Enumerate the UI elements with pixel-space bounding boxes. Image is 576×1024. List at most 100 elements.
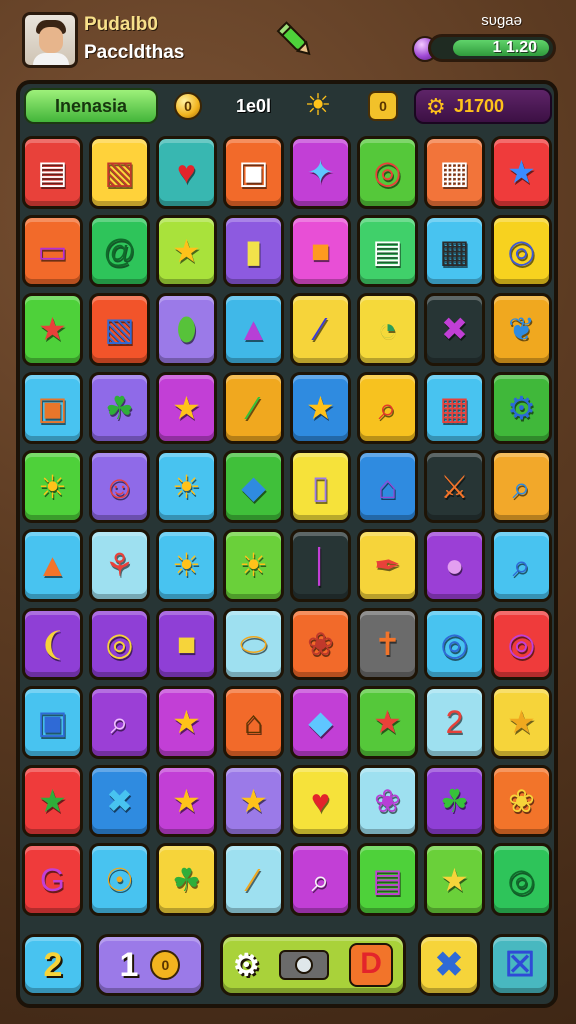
tile[interactable]: ▦ [424,136,485,209]
tile[interactable]: ◎ [424,607,485,681]
gear-icon[interactable]: ⚙ [233,948,260,983]
tile[interactable]: ⚘ [89,528,150,602]
level-badge[interactable]: Inenasia [24,88,158,124]
tile-icon: ★ [172,232,201,269]
tile[interactable]: ⌕ [290,843,351,916]
tile[interactable]: ★ [156,214,217,288]
tile[interactable]: ◎ [491,214,552,288]
tile[interactable]: ★ [156,686,217,759]
tile[interactable]: ✖ [424,293,485,366]
tile[interactable]: ✖ [89,764,150,838]
tile[interactable]: ☀ [223,528,284,602]
tile-icon: ▣ [238,154,269,191]
camera-icon[interactable] [279,950,330,980]
tile-icon: ⌕ [110,704,129,741]
tile[interactable]: ▣ [22,686,83,759]
tile[interactable]: ∕ [223,843,284,916]
tile[interactable]: ◎ [89,607,150,681]
pencil-icon[interactable] [270,16,320,66]
tile[interactable]: ▭ [22,214,83,288]
tile[interactable]: ★ [22,293,83,366]
tile[interactable]: ★ [156,371,217,445]
tile[interactable]: ✒ [357,528,418,602]
tile[interactable]: ★ [357,686,418,759]
booster-2-button[interactable]: 2 [22,934,84,996]
tile[interactable]: ◆ [290,686,351,759]
tile[interactable]: ⌕ [357,371,418,445]
tile[interactable]: ⌂ [357,450,418,523]
tile-icon: ☘ [105,390,134,427]
tile[interactable]: ▲ [22,528,83,602]
tile[interactable]: ◎ [491,607,552,681]
tile[interactable]: ❀ [357,764,418,838]
tile[interactable]: ∕ [290,293,351,366]
tile[interactable]: ▧ [89,293,150,366]
tile[interactable]: 2 [424,686,485,759]
tile[interactable]: @ [89,214,150,288]
tile-icon: ☘ [172,861,201,898]
tile[interactable]: ∕ [223,371,284,445]
tile[interactable]: ❀ [491,764,552,838]
tile[interactable]: ⌕ [491,450,552,523]
tile[interactable]: ★ [491,686,552,759]
tile[interactable]: ❀ [290,607,351,681]
tile[interactable]: ■ [290,214,351,288]
total-points-badge[interactable]: ⚙ J1700 [414,88,552,124]
tile[interactable]: ▧ [89,136,150,209]
tile[interactable]: ⌕ [89,686,150,759]
tile[interactable]: ⚙ [491,371,552,445]
tile[interactable]: ▦ [424,371,485,445]
tile[interactable]: ✝ [357,607,418,681]
tile[interactable]: ☘ [424,764,485,838]
tile[interactable]: ▲ [223,293,284,366]
tile[interactable]: ♥ [290,764,351,838]
tile[interactable]: ★ [223,764,284,838]
tile[interactable]: │ [290,528,351,602]
chest-icon[interactable]: 0 [368,91,398,121]
player-avatar[interactable] [22,12,78,68]
tile[interactable]: ★ [290,371,351,445]
tile[interactable]: ☀ [156,450,217,523]
tile[interactable]: ◆ [223,450,284,523]
tile[interactable]: ◔ [357,293,418,366]
tile[interactable]: ☀ [22,450,83,523]
tile-icon: ☺ [103,468,136,505]
tile[interactable]: ▣ [223,136,284,209]
tile[interactable]: ▯ [290,450,351,523]
tile[interactable]: ⬭ [223,607,284,681]
tile[interactable]: ■ [156,607,217,681]
tile[interactable]: ▤ [22,136,83,209]
tile[interactable]: ⌕ [491,528,552,602]
tile[interactable]: ⌂ [223,686,284,759]
tile[interactable]: ★ [424,843,485,916]
tile[interactable]: ☉ [89,843,150,916]
tile[interactable]: ▮ [223,214,284,288]
tile[interactable]: ★ [22,764,83,838]
tile-icon: ◎ [507,232,536,269]
tile[interactable]: ♥ [156,136,217,209]
booster-1-button[interactable]: 1 0 [96,934,204,996]
close-x-button[interactable]: ✖ [418,934,480,996]
tile[interactable]: ◎ [491,843,552,916]
tile[interactable]: ☘ [156,843,217,916]
tile[interactable]: G [22,843,83,916]
tile[interactable]: ◎ [357,136,418,209]
tile[interactable]: ☺ [89,450,150,523]
tile[interactable]: ☀ [156,528,217,602]
cancel-box-button[interactable]: ☒ [490,934,550,996]
tile[interactable]: ★ [156,764,217,838]
tile[interactable]: ▤ [357,843,418,916]
tile-icon: ★ [172,704,201,741]
tile[interactable]: ▦ [424,214,485,288]
tile[interactable]: ★ [491,136,552,209]
tile[interactable]: ⚔ [424,450,485,523]
d-button[interactable]: D [349,943,394,987]
tile[interactable]: ▣ [22,371,83,445]
tile[interactable]: ☘ [89,371,150,445]
tile[interactable]: ❨ [22,607,83,681]
tile[interactable]: ● [424,528,485,602]
tile[interactable]: ✦ [290,136,351,209]
tile[interactable]: ❦ [491,293,552,366]
tile[interactable]: ▤ [357,214,418,288]
tile[interactable]: ⬮ [156,293,217,366]
